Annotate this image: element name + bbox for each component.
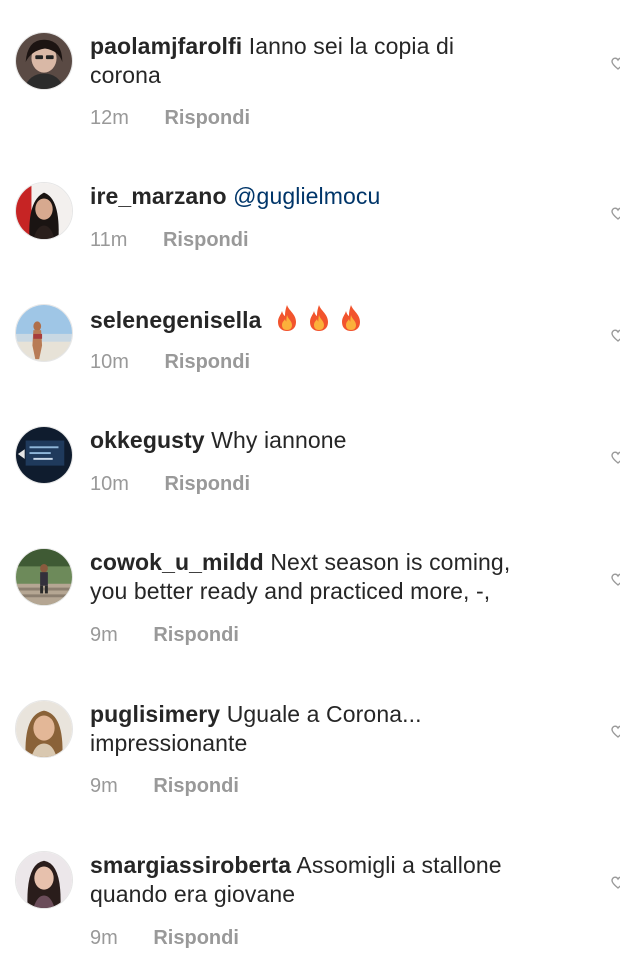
- avatar-image: [16, 427, 72, 483]
- comment-timestamp: 12m: [90, 107, 129, 129]
- reply-button[interactable]: Rispondi: [153, 775, 239, 798]
- comment-username[interactable]: ire_marzano: [90, 183, 227, 209]
- mention-link[interactable]: @guglielmocu: [233, 183, 380, 209]
- fire-emoji: [306, 304, 332, 332]
- comment-text-continued: corona: [90, 62, 161, 88]
- comment-username[interactable]: cowok_u_mildd: [90, 549, 264, 575]
- comment-text: Next season is coming,: [270, 549, 511, 575]
- avatar[interactable]: [15, 304, 73, 362]
- comment-timestamp: 10m: [90, 351, 129, 373]
- avatar-image: [16, 701, 72, 757]
- avatar[interactable]: [15, 426, 73, 484]
- like-heart-icon[interactable]: [611, 451, 620, 465]
- avatar[interactable]: [15, 548, 73, 606]
- like-heart-icon[interactable]: [611, 876, 620, 890]
- avatar-image: [16, 33, 72, 89]
- comment-timestamp: 11m: [90, 229, 128, 251]
- reply-button[interactable]: Rispondi: [164, 473, 250, 496]
- comment-text: Uguale a Corona...: [226, 701, 422, 727]
- avatar[interactable]: [15, 182, 73, 240]
- fire-emoji: [338, 304, 364, 332]
- avatar-image: [16, 852, 72, 908]
- comment-username[interactable]: paolamjfarolfi: [90, 33, 242, 59]
- comment-timestamp: 10m: [90, 473, 129, 495]
- reply-button[interactable]: Rispondi: [164, 107, 250, 130]
- avatar[interactable]: [15, 700, 73, 758]
- reply-button[interactable]: Rispondi: [153, 624, 239, 647]
- comment-username[interactable]: puglisimery: [90, 701, 220, 727]
- comment-text-continued: you better ready and practiced more, -,: [90, 578, 491, 604]
- reply-button[interactable]: Rispondi: [164, 351, 250, 374]
- comment-timestamp: 9m: [90, 927, 118, 949]
- like-heart-icon[interactable]: [611, 573, 620, 587]
- fire-emoji: [274, 304, 300, 332]
- avatar[interactable]: [15, 851, 73, 909]
- like-heart-icon[interactable]: [611, 207, 620, 221]
- comment-timestamp: 9m: [90, 624, 118, 646]
- like-heart-icon[interactable]: [611, 57, 620, 71]
- comment-text: Why iannone: [211, 427, 347, 453]
- like-heart-icon[interactable]: [611, 329, 620, 343]
- comment-text-continued: impressionante: [90, 730, 248, 756]
- avatar[interactable]: [15, 32, 73, 90]
- like-heart-icon[interactable]: [611, 725, 620, 739]
- reply-button[interactable]: Rispondi: [163, 229, 249, 252]
- comment-text: Assomigli a stallone: [296, 852, 502, 878]
- avatar-image: [16, 183, 72, 239]
- comment-timestamp: 9m: [90, 775, 118, 797]
- comment-username[interactable]: okkegusty: [90, 427, 205, 453]
- comment-text: Ianno sei la copia di: [248, 33, 455, 59]
- comment-text-continued: quando era giovane: [90, 881, 296, 907]
- avatar-image: [16, 305, 72, 361]
- reply-button[interactable]: Rispondi: [153, 927, 239, 950]
- comment-username[interactable]: smargiassiroberta: [90, 852, 291, 878]
- comment-username[interactable]: selenegenisella: [90, 307, 262, 333]
- avatar-image: [16, 549, 72, 605]
